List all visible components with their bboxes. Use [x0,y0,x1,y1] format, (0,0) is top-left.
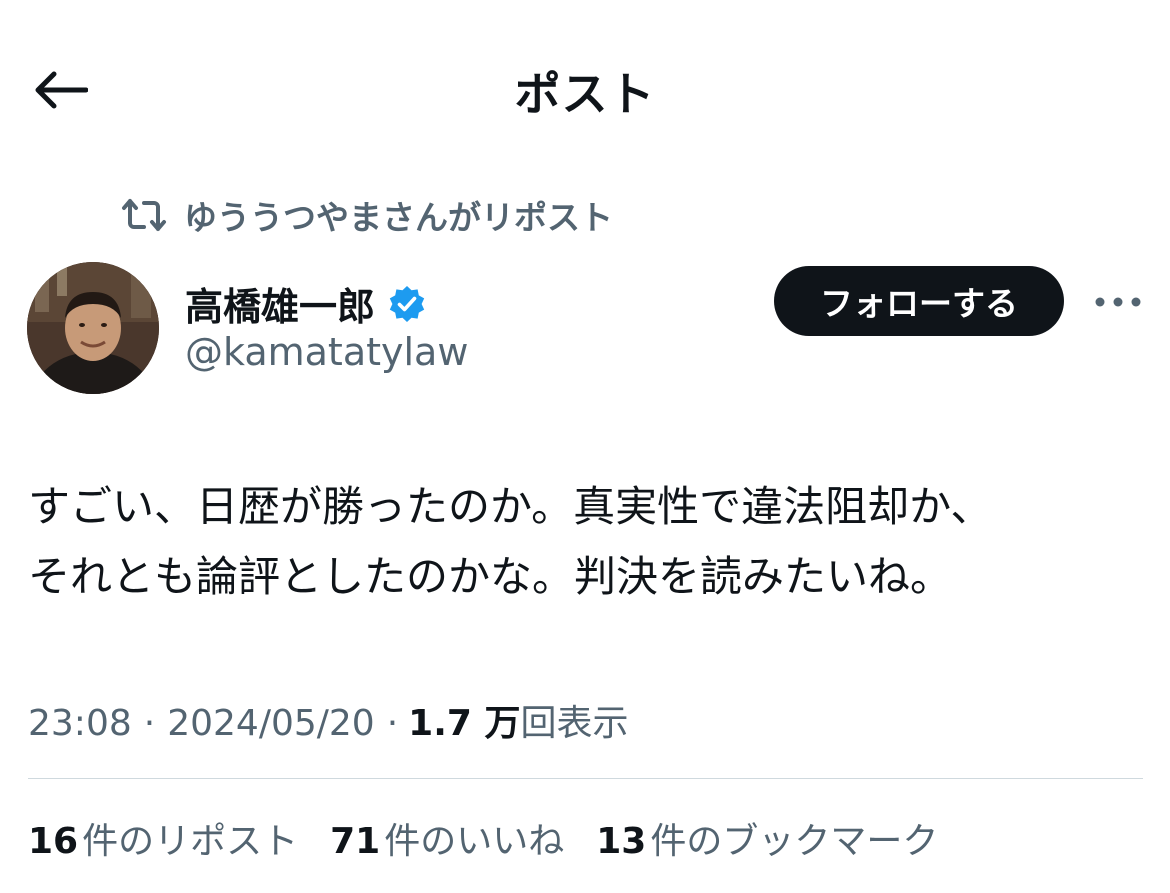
avatar-photo [27,262,159,394]
repost-text: ゆううつやまさんがリポスト [184,198,613,237]
avatar[interactable] [27,262,159,394]
engagement-stats: 16 件のリポスト 71 件のいいね 13 件のブックマーク [28,812,970,864]
views-count: 1.7 万 [408,703,521,744]
bookmarks-stat[interactable]: 13 件のブックマーク [596,812,938,864]
author-name-row[interactable]: 高橋雄一郎 [185,276,427,331]
tweet-time[interactable]: 23:08 [28,703,132,744]
reposts-count: 16 [28,821,79,862]
tweet-meta: 23:08 · 2024/05/20 · 1.7 万 回表示 [28,694,628,746]
bookmarks-count: 13 [596,821,647,862]
author-handle[interactable]: @kamatatylaw [185,330,468,374]
reposts-stat[interactable]: 16 件のリポスト [28,812,298,864]
likes-label: 件のいいね [384,821,565,862]
views-label: 回表示 [520,703,629,744]
more-options-button[interactable] [1088,280,1148,324]
reposts-label: 件のリポスト [82,821,299,862]
follow-button[interactable]: フォローする [774,266,1064,336]
author-name: 高橋雄一郎 [185,285,376,329]
verified-badge-icon [387,284,427,324]
meta-separator: · [386,703,399,744]
divider [28,778,1143,779]
likes-stat[interactable]: 71 件のいいね [330,812,564,864]
meta-separator: · [143,703,156,744]
more-horizontal-icon [1095,297,1141,307]
tweet-date[interactable]: 2024/05/20 [167,703,375,744]
likes-count: 71 [330,821,381,862]
page-title: ポスト [514,67,656,121]
repost-icon [120,195,168,235]
top-header: ポスト [0,0,1170,180]
repost-context[interactable]: ゆううつやまさんがリポスト [120,190,613,240]
bookmarks-label: 件のブックマーク [650,821,939,862]
tweet-text: すごい、日歴が勝ったのか。真実性で違法阻却か、 それとも論評としたのかな。判決を… [28,482,993,601]
